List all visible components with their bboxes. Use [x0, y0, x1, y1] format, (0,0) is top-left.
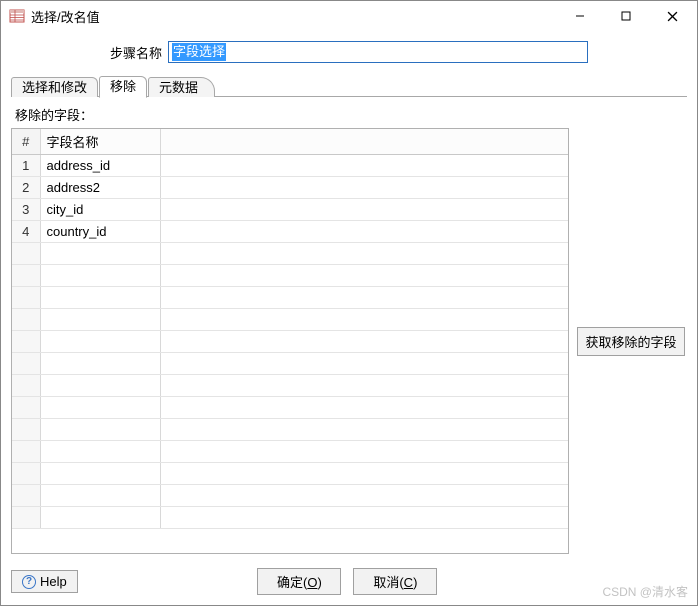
- table-row-empty[interactable]: .: [12, 441, 568, 463]
- table-row-empty[interactable]: .: [12, 243, 568, 265]
- row-index: 1: [12, 155, 40, 177]
- tab-bar: 选择和修改 移除 元数据: [1, 75, 697, 97]
- help-label: Help: [40, 574, 67, 589]
- tab-remove[interactable]: 移除: [99, 76, 147, 98]
- row-field-name[interactable]: city_id: [40, 199, 160, 221]
- dialog-window: 选择/改名值 步骤名称 字段选择 选择和修改 移除 元数据 移除的字段：: [0, 0, 698, 606]
- fetch-remove-fields-button[interactable]: 获取移除的字段: [577, 327, 685, 356]
- table-row-empty[interactable]: .: [12, 397, 568, 419]
- tab-content: 移除的字段： # 字段名称 1: [11, 103, 687, 554]
- window-controls: [557, 2, 695, 30]
- cancel-button[interactable]: 取消(C): [353, 568, 437, 595]
- help-button[interactable]: ? Help: [11, 570, 78, 593]
- table-row-empty[interactable]: .: [12, 507, 568, 529]
- row-field-name[interactable]: country_id: [40, 221, 160, 243]
- app-icon: [9, 8, 25, 24]
- step-name-value: 字段选择: [172, 43, 226, 61]
- fields-grid[interactable]: # 字段名称 1 address_id: [12, 129, 568, 553]
- step-name-row: 步骤名称 字段选择: [1, 31, 697, 75]
- right-actions: 获取移除的字段: [575, 128, 687, 554]
- table-row-empty[interactable]: .: [12, 419, 568, 441]
- table-row-empty[interactable]: .: [12, 331, 568, 353]
- fields-grid-container: # 字段名称 1 address_id: [11, 128, 569, 554]
- table-row-empty[interactable]: .: [12, 287, 568, 309]
- step-name-input[interactable]: 字段选择: [168, 41, 588, 63]
- table-row[interactable]: 4 country_id: [12, 221, 568, 243]
- table-row-empty[interactable]: .: [12, 353, 568, 375]
- table-row-empty[interactable]: .: [12, 463, 568, 485]
- grid-and-actions: # 字段名称 1 address_id: [11, 128, 687, 554]
- row-index: 3: [12, 199, 40, 221]
- tab-metadata[interactable]: 元数据: [148, 77, 215, 97]
- grid-header-row: # 字段名称: [12, 129, 568, 155]
- table-row-empty[interactable]: .: [12, 485, 568, 507]
- title-bar: 选择/改名值: [1, 1, 697, 31]
- help-icon: ?: [22, 575, 36, 589]
- maximize-button[interactable]: [603, 2, 649, 30]
- ok-button[interactable]: 确定(O): [257, 568, 341, 595]
- minimize-button[interactable]: [557, 2, 603, 30]
- table-row-empty[interactable]: .: [12, 309, 568, 331]
- table-row[interactable]: 3 city_id: [12, 199, 568, 221]
- table-row-empty[interactable]: .: [12, 265, 568, 287]
- dialog-button-bar: ? Help 确定(O) 取消(C): [1, 560, 697, 605]
- col-header-field-name[interactable]: 字段名称: [40, 129, 160, 155]
- col-header-filler: [160, 129, 568, 155]
- table-row-empty[interactable]: .: [12, 375, 568, 397]
- remove-fields-heading: 移除的字段：: [15, 105, 687, 124]
- window-title: 选择/改名值: [31, 7, 557, 26]
- table-row[interactable]: 1 address_id: [12, 155, 568, 177]
- row-field-name[interactable]: address_id: [40, 155, 160, 177]
- step-name-label: 步骤名称: [110, 43, 162, 62]
- col-header-index[interactable]: #: [12, 129, 40, 155]
- table-row[interactable]: 2 address2: [12, 177, 568, 199]
- tab-select-modify[interactable]: 选择和修改: [11, 77, 98, 97]
- row-index: 4: [12, 221, 40, 243]
- row-field-name[interactable]: address2: [40, 177, 160, 199]
- row-index: 2: [12, 177, 40, 199]
- center-buttons: 确定(O) 取消(C): [88, 568, 607, 595]
- close-button[interactable]: [649, 2, 695, 30]
